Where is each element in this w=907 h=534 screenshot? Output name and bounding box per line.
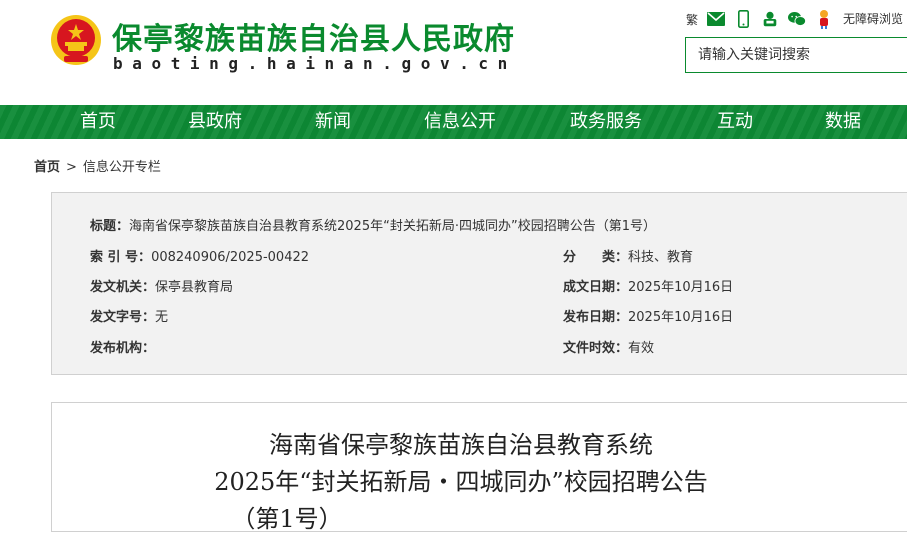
info-agency-row: 发布机构： <box>90 337 155 356</box>
info-agency-label: 发布机构： <box>90 341 156 356</box>
info-docno-value: 无 <box>155 310 169 325</box>
article-body: 海南省保亭黎族苗族自治县教育系统 2025年“封关拓新局・四城同办”校园招聘公告… <box>51 402 907 533</box>
info-title-value: 海南省保亭黎族苗族自治县教育系统2025年“封关拓新局·四城同办”校园招聘公告（… <box>129 219 656 234</box>
info-title-label: 标题： <box>90 219 130 234</box>
app-icon[interactable] <box>761 10 779 28</box>
nav-item-services[interactable]: 政务服务 <box>570 105 642 139</box>
info-docno-row: 发文字号：无 <box>90 306 168 325</box>
utility-bar: 繁 <box>686 8 833 30</box>
info-category-value: 科技、教育 <box>628 250 694 265</box>
info-issuer-value: 保亭县教育局 <box>155 280 234 295</box>
article-title-line-1: 海南省保亭黎族苗族自治县教育系统 <box>269 431 653 459</box>
search-input[interactable] <box>686 38 907 72</box>
breadcrumb-separator: > <box>66 160 77 175</box>
wechat-icon[interactable] <box>788 10 807 28</box>
info-issuer-label: 发文机关： <box>90 280 156 295</box>
breadcrumb: 首页 > 信息公开专栏 <box>34 156 161 175</box>
mascot-icon[interactable] <box>815 10 833 29</box>
national-emblem-icon[interactable] <box>50 14 102 66</box>
info-validity-value: 有效 <box>628 341 655 356</box>
site-header: 保亭黎族苗族自治县人民政府 baoting.hainan.gov.cn 繁 无障… <box>0 0 907 105</box>
info-validity-row: 文件时效：有效 <box>563 337 654 356</box>
traditional-chinese-link[interactable]: 繁 <box>686 11 698 28</box>
article-title-line-2: 2025年“封关拓新局・四城同办”校园招聘公告 <box>214 468 708 496</box>
info-created-row: 成文日期：2025年10月16日 <box>563 276 733 295</box>
nav-item-news[interactable]: 新闻 <box>315 105 351 139</box>
breadcrumb-current[interactable]: 信息公开专栏 <box>83 160 161 175</box>
info-category-row: 分 类：科技、教育 <box>563 246 693 265</box>
nav-item-government[interactable]: 县政府 <box>188 105 242 139</box>
site-domain: baoting.hainan.gov.cn <box>113 54 517 73</box>
breadcrumb-home[interactable]: 首页 <box>34 160 60 175</box>
info-title-row: 标题：海南省保亭黎族苗族自治县教育系统2025年“封关拓新局·四城同办”校园招聘… <box>90 215 656 234</box>
info-index-value: 008240906/2025-00422 <box>151 250 310 265</box>
search-box <box>685 37 907 73</box>
info-index-label: 索 引 号： <box>90 250 152 265</box>
info-published-row: 发布日期：2025年10月16日 <box>563 306 733 325</box>
accessibility-link[interactable]: 无障碍浏览 <box>843 10 903 27</box>
document-info-panel: 标题：海南省保亭黎族苗族自治县教育系统2025年“封关拓新局·四城同办”校园招聘… <box>51 192 907 375</box>
info-created-label: 成文日期： <box>563 280 629 295</box>
nav-item-home[interactable]: 首页 <box>80 105 116 139</box>
site-title[interactable]: 保亭黎族苗族自治县人民政府 <box>112 14 515 58</box>
info-validity-label: 文件时效： <box>563 341 629 356</box>
info-index-row: 索 引 号：008240906/2025-00422 <box>90 246 309 265</box>
mobile-icon[interactable] <box>734 10 752 28</box>
nav-item-info-disclosure[interactable]: 信息公开 <box>424 105 496 139</box>
info-docno-label: 发文字号： <box>90 310 156 325</box>
info-issuer-row: 发文机关：保亭县教育局 <box>90 276 233 295</box>
info-published-label: 发布日期： <box>563 310 629 325</box>
nav-item-data[interactable]: 数据 <box>825 105 861 139</box>
info-category-label: 分 类： <box>563 250 629 265</box>
article-title-line-3: （第1号） <box>231 505 343 533</box>
info-published-value: 2025年10月16日 <box>628 310 734 325</box>
nav-item-interaction[interactable]: 互动 <box>717 105 753 139</box>
main-nav: 首页 县政府 新闻 信息公开 政务服务 互动 数据 <box>0 105 907 139</box>
info-created-value: 2025年10月16日 <box>628 280 734 295</box>
mail-icon[interactable] <box>707 10 726 28</box>
